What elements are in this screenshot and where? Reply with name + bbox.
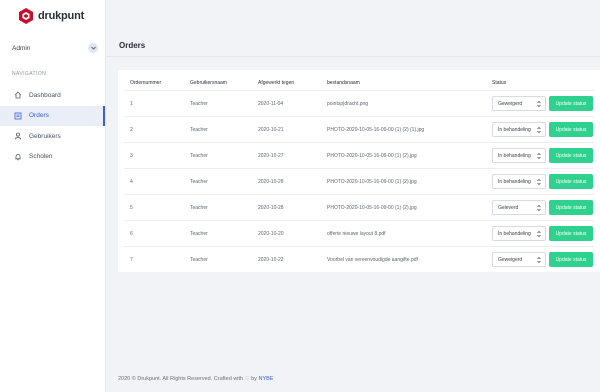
drukpunt-logo-icon [19, 8, 33, 24]
status-select[interactable]: In behandeling [492, 226, 546, 241]
select-arrows-icon [537, 127, 541, 133]
table-row: 6 Teacher 2020-10-20 offerte nieuwe layo… [124, 220, 594, 246]
user-name-cell: Teacher [190, 179, 208, 185]
status-value: Geweigerd [498, 256, 523, 263]
order-number: 2 [130, 127, 133, 133]
home-icon [14, 91, 22, 99]
select-arrows-icon [537, 205, 541, 211]
chevron-down-icon[interactable] [88, 43, 98, 53]
status-select[interactable]: Geweigerd [492, 96, 546, 111]
file-name: PHOTO-2020-10-05-16-09-00 (1) (2).jpg [327, 153, 417, 159]
sidebar-item-label: Gebruikers [29, 132, 61, 140]
finished-date: 2020-11-04 [258, 101, 284, 107]
order-number: 6 [130, 231, 133, 237]
table-row: 4 Teacher 2020-10-28 PHOTO-2020-10-05-16… [124, 168, 594, 194]
heart-icon: ♡ [244, 376, 250, 382]
order-number: 7 [130, 257, 133, 263]
update-status-button[interactable]: Update status [549, 226, 593, 241]
update-status-button[interactable]: Update status [549, 96, 593, 111]
user-name-cell: Teacher [190, 231, 208, 237]
sidebar-item-label: Scholen [29, 153, 53, 160]
sidebar-item-scholen[interactable]: Scholen [0, 147, 105, 167]
order-number: 4 [130, 179, 133, 185]
sidebar-item-orders[interactable]: Orders [0, 105, 105, 126]
sidebar-item-gebruikers[interactable]: Gebruikers [0, 126, 105, 146]
column-header-gebruikersnaam: Gebruikersnaam [190, 80, 227, 86]
column-header-afgewerkt-tegen: Afgewerkt tegen [258, 80, 295, 86]
table-row: 3 Teacher 2020-10-27 PHOTO-2020-10-05-16… [124, 142, 594, 168]
finished-date: 2020-10-27 [258, 153, 284, 159]
user-name-cell: Teacher [190, 257, 208, 263]
status-value: In behandeling [498, 152, 531, 159]
footer-brand-link[interactable]: NYBE [258, 376, 273, 382]
table-row: 2 Teacher 2020-10-21 PHOTO-2020-10-05-16… [124, 116, 594, 142]
select-arrows-icon [537, 101, 541, 107]
page-header: Orders [106, 33, 600, 57]
file-name: pointsp|dracht.png [327, 101, 369, 107]
file-name: Voorbel van vereenvoudigde aangifte.pdf [327, 257, 418, 263]
status-value: Geleverd [498, 204, 519, 211]
orders-table-card: Ordernummer Gebruikersnaam Afgewerkt teg… [118, 70, 600, 272]
select-arrows-icon [537, 257, 541, 263]
order-number: 1 [130, 101, 133, 107]
bell-icon [14, 153, 22, 161]
finished-date: 2020-10-22 [258, 257, 284, 263]
file-name: PHOTO-2020-10-05-16-09-00 (1) (2).jpg [327, 179, 417, 185]
select-arrows-icon [537, 153, 541, 159]
sidebar-nav: Dashboard Orders Gebruikers Scholen [0, 85, 105, 167]
finished-date: 2020-10-28 [258, 179, 284, 185]
list-icon [14, 112, 22, 120]
nav-heading: NAVIGATION [12, 71, 47, 77]
sidebar-item-dashboard[interactable]: Dashboard [0, 85, 105, 105]
order-number: 3 [130, 153, 133, 159]
status-select[interactable]: Geweigerd [492, 252, 546, 267]
column-header-status: Status [492, 80, 507, 86]
brand-name: drukpunt [38, 10, 85, 22]
file-name: PHOTO-2020-10-05-16-09-00 (1) (2).jpg [327, 205, 417, 211]
page-title: Orders [119, 41, 146, 50]
file-name: PHOTO-2020-10-05-16-09-00 (1) (2) (1).jp… [327, 127, 425, 133]
table-row: 5 Teacher 2020-10-28 PHOTO-2020-10-05-16… [124, 194, 594, 220]
update-status-button[interactable]: Update status [549, 252, 593, 267]
status-select[interactable]: Geleverd [492, 200, 546, 215]
select-arrows-icon [537, 231, 541, 237]
update-status-button[interactable]: Update status [549, 200, 593, 215]
table-row: 1 Teacher 2020-11-04 pointsp|dracht.png … [124, 90, 594, 116]
finished-date: 2020-10-20 [258, 231, 284, 237]
finished-date: 2020-10-28 [258, 205, 284, 211]
status-select[interactable]: In behandeling [492, 122, 546, 137]
finished-date: 2020-10-21 [258, 127, 284, 133]
column-header-bestandsnaam: bestandsnaam [327, 80, 360, 86]
footer-text: 2020 © Drukpunt. All Rights Reserved. Cr… [118, 376, 244, 382]
brand-logo[interactable]: drukpunt [19, 7, 84, 25]
sidebar-item-label: Dashboard [29, 91, 61, 99]
order-number: 5 [130, 205, 133, 211]
user-name-cell: Teacher [190, 101, 208, 107]
user-menu[interactable]: Admin [12, 42, 98, 54]
table-row: 7 Teacher 2020-10-22 Voorbel van vereenv… [124, 246, 594, 272]
status-value: Geweigerd [498, 100, 523, 107]
user-name-cell: Teacher [190, 153, 208, 159]
user-icon [14, 132, 22, 140]
update-status-button[interactable]: Update status [549, 174, 593, 189]
status-value: In behandeling [498, 178, 531, 185]
sidebar-item-label: Orders [29, 112, 49, 119]
user-name-cell: Teacher [190, 205, 208, 211]
file-name: offerte nieuwe layout 8.pdf [327, 231, 386, 237]
status-select[interactable]: In behandeling [492, 148, 546, 163]
footer: 2020 © Drukpunt. All Rights Reserved. Cr… [118, 376, 273, 382]
update-status-button[interactable]: Update status [549, 148, 593, 163]
user-name: Admin [12, 44, 31, 52]
user-name-cell: Teacher [190, 127, 208, 133]
footer-by: by [251, 376, 257, 382]
select-arrows-icon [537, 179, 541, 185]
status-select[interactable]: In behandeling [492, 174, 546, 189]
sidebar: drukpunt Admin NAVIGATION Dashboard Orde… [0, 0, 106, 392]
column-header-ordernummer: Ordernummer [130, 80, 162, 86]
status-value: In behandeling [498, 230, 531, 237]
update-status-button[interactable]: Update status [549, 122, 593, 137]
status-value: In behandeling [498, 126, 531, 133]
